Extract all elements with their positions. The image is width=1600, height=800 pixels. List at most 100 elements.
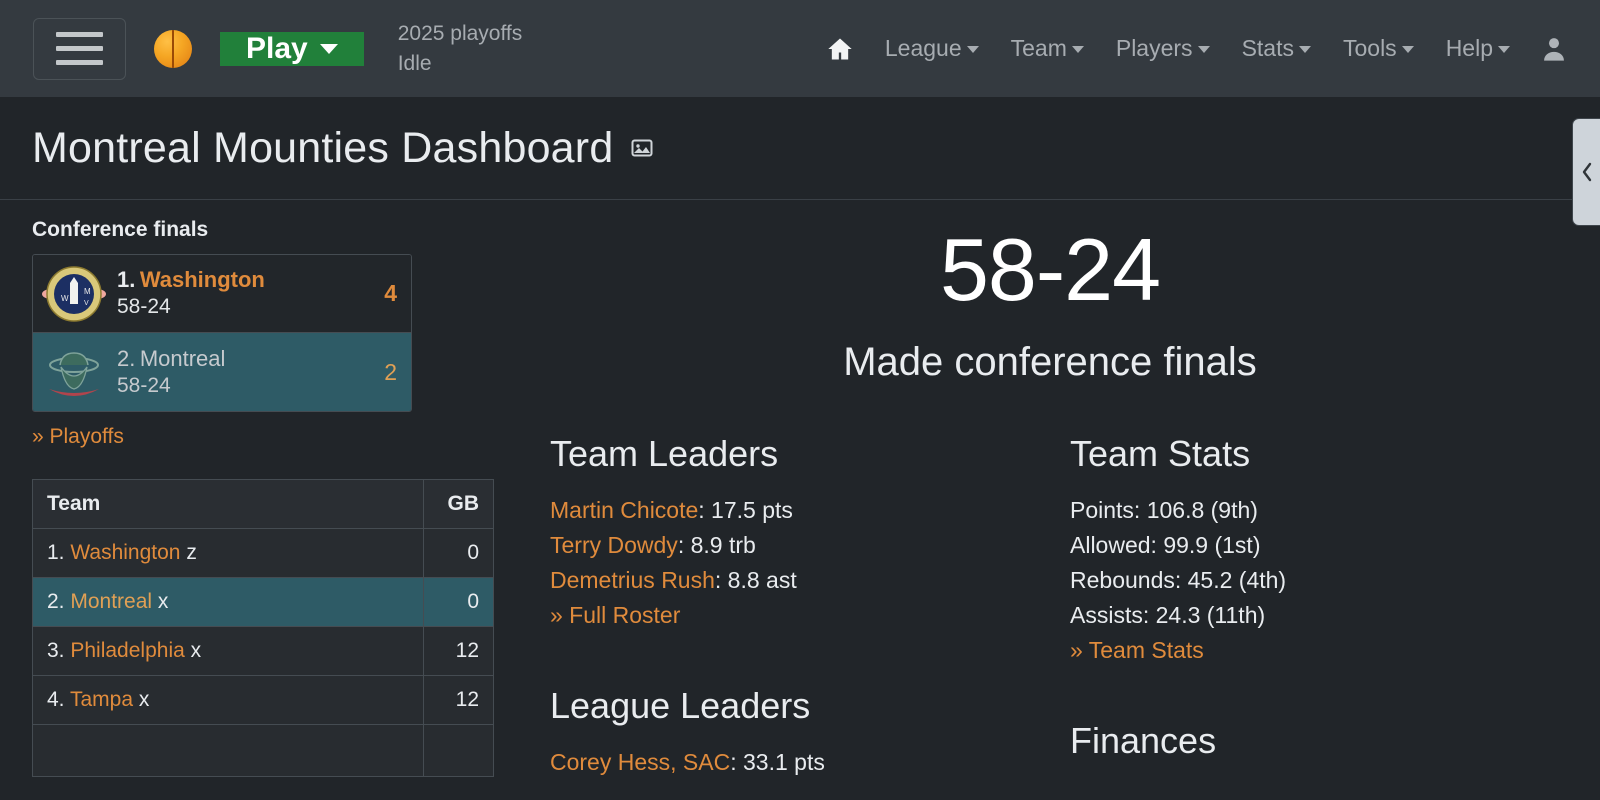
chevron-left-icon: [1582, 162, 1591, 182]
standings-rank: 4.: [47, 688, 65, 711]
nav-label: Stats: [1241, 35, 1294, 61]
conference-finals-label: Conference finals: [32, 218, 209, 241]
nav-item-tools[interactable]: Tools: [1327, 25, 1430, 72]
standings-gb-cell: 0: [423, 528, 494, 578]
standings-clinch-tag: z: [186, 541, 197, 564]
sidebar-collapse-handle[interactable]: [1572, 118, 1600, 226]
league-leader-line: Corey Hess, SAC: 33.1 pts: [550, 745, 1070, 780]
team-leaders-heading: Team Leaders: [550, 433, 779, 475]
standings-team-cell: 2. Montreal x: [32, 577, 424, 627]
standings-rank: 2.: [47, 590, 65, 613]
washington-monument-crest-logo: W M V: [41, 261, 107, 327]
play-button-label: Play: [246, 31, 308, 65]
chevron-down-icon: [1298, 46, 1311, 53]
nav-label: Team: [1010, 35, 1067, 61]
column-header-team: Team: [32, 479, 424, 529]
series-team-name[interactable]: Montreal: [140, 346, 226, 371]
playoffs-link[interactable]: » Playoffs: [32, 425, 124, 449]
main-column: 58-24 Made conference finals Team Leader…: [510, 218, 1600, 780]
nav-item-team[interactable]: Team: [995, 25, 1100, 72]
player-team[interactable]: , SAC: [670, 749, 730, 775]
series-seed: 2.: [117, 345, 136, 371]
series-team-info: 1. Washington 58-24: [117, 266, 384, 320]
series-win-count: 2: [384, 358, 397, 385]
standings-rank: 1.: [47, 541, 65, 564]
season-label: 2025 playoffs: [397, 21, 523, 45]
standings-clinch-tag: x: [157, 590, 169, 613]
table-row[interactable]: 2. Montreal x 0: [32, 577, 494, 627]
series-team-info: 2. Montreal 58-24: [117, 345, 384, 399]
team-stat-line: Points: 106.8 (9th): [1070, 497, 1258, 524]
nav-item-help[interactable]: Help: [1430, 25, 1526, 72]
team-stats-heading: Team Stats: [1070, 433, 1251, 475]
chevron-down-icon: [1197, 46, 1210, 53]
nav-item-players[interactable]: Players: [1100, 25, 1226, 72]
standings-team-cell: [32, 724, 424, 777]
chevron-down-icon: [966, 46, 979, 53]
open-in-new-window-icon[interactable]: [630, 136, 654, 160]
page-title: Montreal Mounties Dashboard: [32, 123, 614, 172]
hamburger-bar: [56, 60, 103, 65]
standings-rank: 3.: [47, 639, 65, 662]
column-header-gb: GB: [423, 479, 494, 529]
chevron-down-icon: [1498, 46, 1510, 53]
play-button[interactable]: Play: [220, 31, 364, 66]
basketball-icon[interactable]: [154, 29, 192, 68]
chevron-down-icon: [1401, 46, 1414, 53]
team-stat-line: Rebounds: 45.2 (4th): [1070, 567, 1287, 594]
standings-team-name[interactable]: Washington: [70, 541, 180, 564]
navbar-left-group: Play 2025 playoffs Idle: [0, 0, 522, 97]
table-row[interactable]: [32, 724, 494, 777]
standings-team-cell: 3. Philadelphia x: [32, 626, 424, 676]
player-name[interactable]: Martin Chicote: [550, 497, 698, 523]
hamburger-bar: [56, 32, 103, 37]
finances-heading: Finances: [1070, 720, 1217, 762]
player-name[interactable]: Demetrius Rush: [550, 567, 715, 593]
user-account-icon[interactable]: [1526, 25, 1582, 73]
playoff-series-box: W M V 1. Washington 58-24 4 2. Montreal …: [32, 254, 412, 412]
nav-label: Tools: [1342, 35, 1397, 61]
team-stats-link[interactable]: » Team Stats: [1070, 637, 1204, 663]
standings-team-cell: 4. Tampa x: [32, 675, 424, 725]
player-stat: : 8.9 trb: [677, 532, 756, 559]
team-stat-line: Assists: 24.3 (11th): [1070, 602, 1266, 629]
navbar-menu: League Team Players Stats Tools Help: [811, 0, 1600, 97]
series-record: 58-24: [117, 295, 171, 319]
nav-label: Players: [1115, 35, 1193, 61]
hamburger-menu-icon[interactable]: [33, 17, 126, 80]
svg-text:M: M: [84, 287, 91, 296]
hamburger-bar: [56, 46, 103, 51]
nav-label: League: [884, 35, 962, 61]
player-name[interactable]: Terry Dowdy: [550, 532, 678, 558]
series-row-washington[interactable]: W M V 1. Washington 58-24 4: [33, 255, 411, 333]
standings-team-name[interactable]: Philadelphia: [70, 639, 184, 662]
standings-gb-cell: 12: [423, 675, 494, 725]
season-result-subtitle: Made conference finals: [843, 340, 1257, 385]
nav-item-stats[interactable]: Stats: [1226, 25, 1327, 72]
standings-team-name[interactable]: Tampa: [70, 688, 133, 711]
standings-gb-cell: [423, 724, 494, 777]
nav-item-league[interactable]: League: [869, 25, 995, 72]
full-roster-link[interactable]: » Full Roster: [550, 602, 680, 628]
chevron-down-icon: [319, 43, 338, 54]
table-row[interactable]: 1. Washington z 0: [32, 528, 494, 578]
player-name[interactable]: Corey Hess: [550, 749, 670, 775]
standings-header-row: Team GB: [32, 479, 494, 529]
page-header: Montreal Mounties Dashboard: [0, 97, 1600, 200]
series-win-count: 4: [384, 280, 397, 306]
standings-team-name[interactable]: Montreal: [70, 590, 152, 613]
standings-gb-cell: 0: [423, 577, 494, 627]
standings-clinch-tag: x: [138, 688, 150, 711]
chevron-down-icon: [1071, 46, 1084, 53]
team-leader-line: Terry Dowdy: 8.9 trb: [550, 528, 1070, 563]
mountie-hat-logo: [41, 339, 107, 405]
series-record: 58-24: [117, 373, 171, 397]
series-row-montreal[interactable]: 2. Montreal 58-24 2: [33, 333, 411, 411]
table-row[interactable]: 4. Tampa x 12: [32, 675, 494, 725]
series-seed: 1.: [117, 267, 136, 293]
player-stat: : 8.8 ast: [714, 567, 797, 594]
player-stat: : 17.5 pts: [698, 497, 793, 524]
table-row[interactable]: 3. Philadelphia x 12: [32, 626, 494, 676]
series-team-name[interactable]: Washington: [140, 267, 265, 292]
home-icon[interactable]: [811, 25, 869, 73]
